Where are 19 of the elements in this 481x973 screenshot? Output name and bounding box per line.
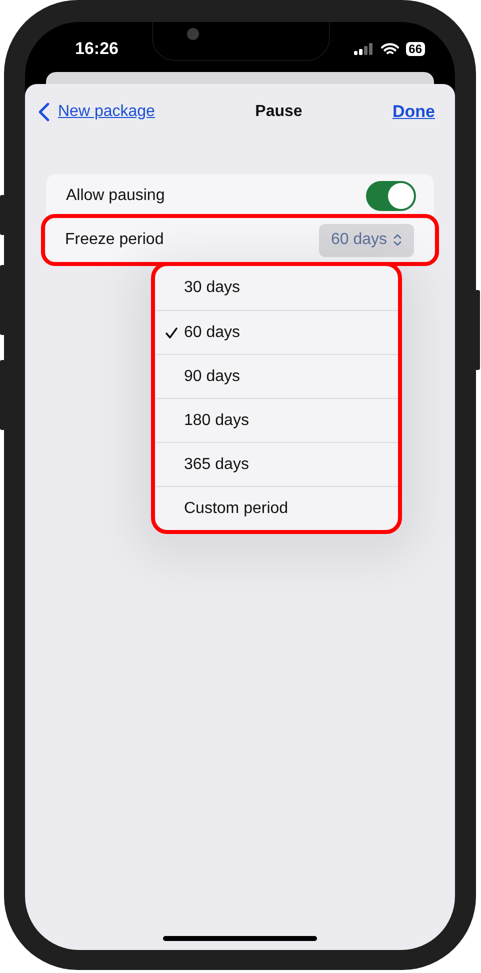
done-link[interactable]: Done (392, 102, 435, 122)
status-time: 16:26 (75, 39, 118, 59)
setting-label: Freeze period (65, 231, 164, 249)
menu-item[interactable]: Custom period (155, 486, 398, 530)
screen-title: Pause (255, 103, 302, 121)
back-chevron-icon (38, 102, 50, 122)
signal-icon (354, 43, 374, 55)
menu-item[interactable]: 90 days (155, 354, 398, 398)
battery-level: 66 (406, 42, 425, 56)
menu-item[interactable]: 30 days (155, 266, 398, 310)
picker-button[interactable]: 60 days (318, 224, 414, 256)
menu-item[interactable]: 365 days (155, 442, 398, 486)
wifi-icon (380, 42, 399, 56)
menu-item[interactable]: 60 days (155, 310, 398, 354)
menu-item[interactable]: 180 days (155, 398, 398, 442)
updown-chevron-icon (393, 233, 402, 247)
setting-label: Allow pausing (66, 187, 165, 205)
toggle-switch[interactable] (366, 181, 416, 211)
back-link[interactable]: New package (38, 102, 155, 122)
